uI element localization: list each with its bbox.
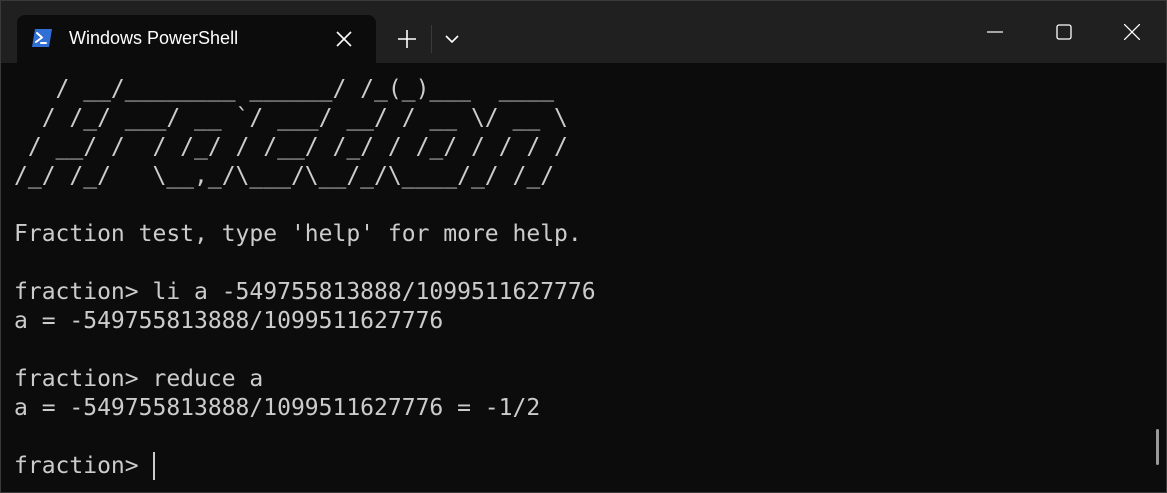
terminal-window: Windows PowerShell / __/________ ______/…: [0, 0, 1167, 493]
terminal-output[interactable]: / __/________ ______/ /_(_)___ ____ / /_…: [1, 63, 1166, 492]
tab-title: Windows PowerShell: [69, 28, 239, 48]
close-icon[interactable]: [333, 28, 355, 50]
welcome-message: Fraction test, type 'help' for more help…: [14, 221, 582, 247]
maximize-button[interactable]: [1030, 1, 1098, 63]
output-line: a = -549755813888/1099511627776 = -1/2: [14, 395, 541, 421]
prompt-line[interactable]: fraction>: [14, 452, 152, 481]
command-line: fraction> li a -549755813888/10995116277…: [14, 279, 596, 305]
tab-powershell[interactable]: Windows PowerShell: [17, 15, 376, 63]
chevron-down-icon[interactable]: [437, 23, 467, 55]
ascii-art-line: / __/________ ______/ /_(_)___ ____: [14, 76, 555, 102]
close-window-button[interactable]: [1098, 1, 1166, 63]
title-bar[interactable]: Windows PowerShell: [1, 1, 1166, 63]
maximize-icon: [1056, 24, 1072, 40]
scrollbar-thumb[interactable]: [1156, 429, 1159, 465]
plus-icon[interactable]: [391, 23, 423, 55]
minimize-icon: [987, 31, 1003, 33]
text-cursor: [153, 452, 155, 480]
output-line: a = -549755813888/1099511627776: [14, 308, 444, 334]
powershell-icon: [31, 28, 53, 48]
minimize-button[interactable]: [961, 1, 1029, 63]
ascii-art-line: / /_/ ___/ __ `/ ___/ __/ / __ \/ __ \: [14, 105, 568, 131]
command-line: fraction> reduce a: [14, 366, 264, 392]
close-icon: [1124, 24, 1140, 40]
ascii-art-line: / __/ / / /_/ / /__/ /_/ / /_/ / / / /: [14, 134, 568, 160]
ascii-art-line: /_/ /_/ \__,_/\___/\__/_/\____/_/ /_/: [14, 163, 555, 189]
tab-separator: [431, 25, 432, 53]
